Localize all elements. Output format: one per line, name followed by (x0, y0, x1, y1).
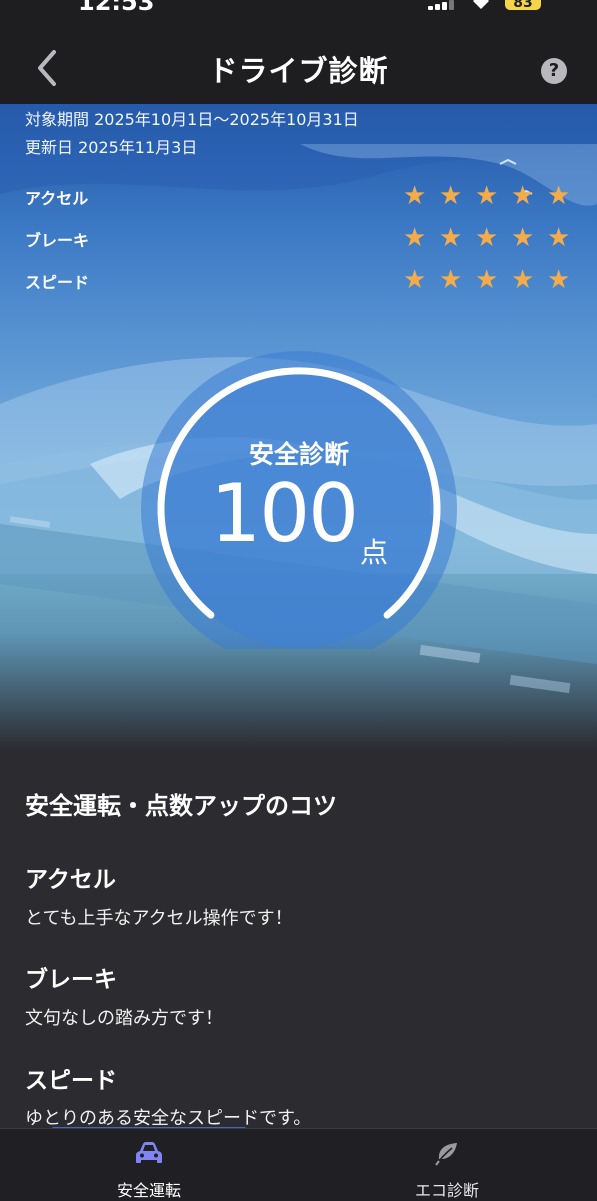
rating-label: スピード (25, 273, 90, 292)
star-icon: ★ (547, 265, 571, 295)
star-icon: ★ (511, 181, 535, 211)
rating-label: アクセル (25, 189, 89, 208)
rating-row-accel: アクセル ★ ★ ★ ★ ★ (25, 181, 573, 211)
star-rating: ★ ★ ★ ★ ★ (403, 265, 573, 295)
score-label: 安全診断 (248, 440, 349, 469)
star-icon: ★ (475, 181, 499, 211)
battery-icon: 83 (505, 0, 541, 11)
tip-text-accel: とても上手なアクセル操作です！ (25, 908, 293, 929)
safety-score-gauge: 安全診断 100 点 (139, 349, 459, 667)
star-icon: ★ (439, 265, 463, 295)
star-icon: ★ (511, 265, 535, 295)
tip-heading-brake: ブレーキ (25, 967, 117, 993)
star-icon: ★ (439, 181, 463, 211)
status-bar: 12:53 83 (0, 0, 597, 20)
score-unit: 点 (360, 536, 389, 569)
nav-item-eco-diagnosis[interactable]: エコ診断 (298, 1129, 596, 1201)
nav-label-safe-driving: 安全運転 (116, 1181, 181, 1200)
app-header: ドライブ診断 ? (0, 20, 597, 104)
star-icon: ★ (403, 181, 427, 211)
star-icon: ★ (475, 223, 499, 253)
tip-heading-speed: スピード (25, 1068, 117, 1094)
rating-row-speed: スピード ★ ★ ★ ★ ★ (25, 265, 573, 295)
star-icon: ★ (439, 223, 463, 253)
star-icon: ★ (403, 265, 427, 295)
nav-item-safe-driving[interactable]: 安全運転 (0, 1129, 298, 1201)
help-button[interactable]: ? (541, 58, 567, 84)
star-icon: ★ (511, 223, 535, 253)
tip-heading-accel: アクセル (25, 867, 116, 893)
star-rating: ★ ★ ★ ★ ★ (403, 181, 573, 211)
target-period: 対象期間 2025年10月1日〜2025年10月31日 (25, 110, 359, 129)
diagnosis-hero: 対象期間 2025年10月1日〜2025年10月31日 更新日 2025年11月… (0, 104, 597, 750)
updated-date: 更新日 2025年11月3日 (25, 138, 198, 157)
leaf-icon (435, 1143, 457, 1166)
car-icon (136, 1142, 162, 1163)
score-value: 100 (210, 467, 359, 560)
rating-label: ブレーキ (25, 231, 90, 250)
rating-row-brake: ブレーキ ★ ★ ★ ★ ★ (25, 223, 573, 253)
nav-label-eco-diagnosis: エコ診断 (414, 1181, 479, 1200)
star-icon: ★ (547, 223, 571, 253)
wifi-icon (473, 0, 489, 9)
page-title: ドライブ診断 (208, 54, 389, 88)
star-icon: ★ (403, 223, 427, 253)
tips-title: 安全運転・点数アップのコツ (25, 792, 337, 820)
star-rating: ★ ★ ★ ★ ★ (403, 223, 573, 253)
star-icon: ★ (547, 181, 571, 211)
bottom-nav: 安全運転 エコ診断 (0, 1128, 597, 1201)
tip-text-brake: 文句なしの踏み方です！ (25, 1008, 223, 1029)
cellular-signal-icon (428, 0, 458, 10)
status-time: 12:53 (78, 0, 155, 16)
star-icon: ★ (475, 265, 499, 295)
